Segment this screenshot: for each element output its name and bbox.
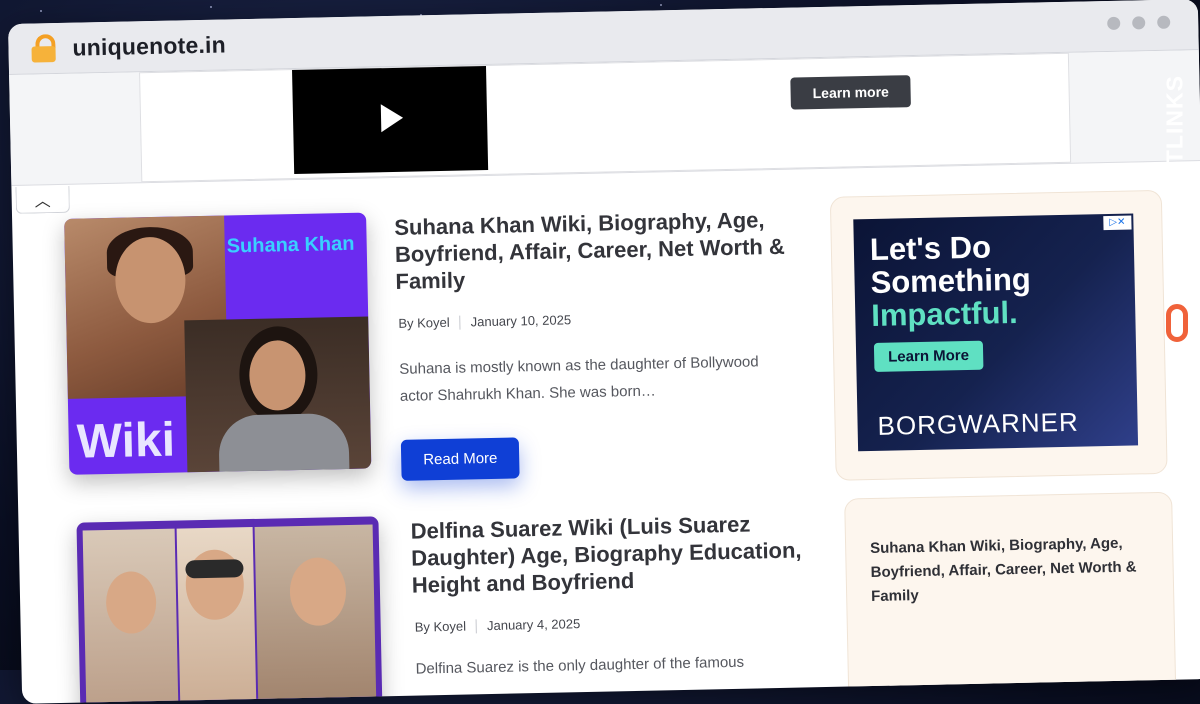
- ad-learn-more-button[interactable]: Learn more: [790, 75, 912, 110]
- window-dot-icon[interactable]: [1157, 15, 1171, 29]
- ad-line: Impactful.: [870, 294, 1019, 333]
- sidebar-recent-posts: Suhana Khan Wiki, Biography, Age, Boyfri…: [844, 491, 1177, 704]
- ad-line: Something: [870, 261, 1032, 300]
- post-title[interactable]: Suhana Khan Wiki, Biography, Age, Boyfri…: [394, 206, 796, 295]
- meta-divider: [459, 315, 461, 330]
- post-title[interactable]: Delfina Suarez Wiki (Luis Suarez Daughte…: [410, 509, 812, 598]
- post-thumbnail[interactable]: [76, 516, 383, 704]
- main-content: Suhana Khan Wiki Suhana Khan Wiki, Biogr…: [11, 161, 1200, 704]
- watermark-text: GUESTPOSTLINKS: [1161, 75, 1188, 300]
- sidebar-recent-post-link[interactable]: Suhana Khan Wiki, Biography, Age, Boyfri…: [870, 531, 1151, 609]
- thumbnail-name-text: Suhana Khan: [226, 232, 355, 258]
- top-ad-box[interactable]: Learn more: [139, 52, 1072, 183]
- post-author[interactable]: By Koyel: [398, 315, 450, 331]
- ad-learn-more-button[interactable]: Learn More: [873, 340, 984, 372]
- sunglasses-detail: [185, 559, 244, 579]
- post-date: January 10, 2025: [470, 312, 572, 330]
- ad-video[interactable]: [292, 65, 489, 175]
- ad-brand-logo: BORGWARNER: [877, 406, 1080, 441]
- post-excerpt: Suhana is mostly known as the daughter o…: [399, 353, 759, 405]
- link-icon: [1166, 304, 1188, 342]
- post-meta: By Koyel January 10, 2025: [398, 312, 571, 331]
- guestpostlinks-watermark: GUESTPOSTLINKS: [1158, 56, 1198, 356]
- ad-headline: Let's Do Something Impactful.: [869, 229, 1032, 333]
- meta-divider: [475, 618, 478, 633]
- window-dot-icon[interactable]: [1107, 16, 1121, 30]
- window-controls: [1107, 15, 1171, 30]
- post-author[interactable]: By Koyel: [415, 619, 467, 635]
- browser-window: uniquenote.in Learn more ︿ Suhana Khan W…: [8, 0, 1200, 704]
- sidebar-ad[interactable]: ▷✕ Let's Do Something Impactful. Learn M…: [853, 213, 1139, 452]
- post-excerpt: Delfina Suarez is the only daughter of t…: [415, 653, 745, 678]
- post-thumbnail[interactable]: Suhana Khan Wiki: [64, 212, 372, 475]
- thumbnail-wiki-text: Wiki: [76, 413, 176, 469]
- read-more-button[interactable]: Read More: [400, 437, 520, 481]
- play-icon[interactable]: [380, 103, 404, 133]
- url-text[interactable]: uniquenote.in: [72, 31, 226, 61]
- post-meta: By Koyel January 4, 2025: [415, 616, 581, 634]
- adchoices-icon[interactable]: ▷✕: [1103, 215, 1132, 231]
- window-dot-icon[interactable]: [1132, 16, 1146, 30]
- sidebar-ad-card: ▷✕ Let's Do Something Impactful. Learn M…: [829, 189, 1168, 481]
- ad-line: Let's Do: [869, 229, 992, 267]
- post-date: January 4, 2025: [486, 616, 581, 634]
- lock-icon: [30, 34, 57, 63]
